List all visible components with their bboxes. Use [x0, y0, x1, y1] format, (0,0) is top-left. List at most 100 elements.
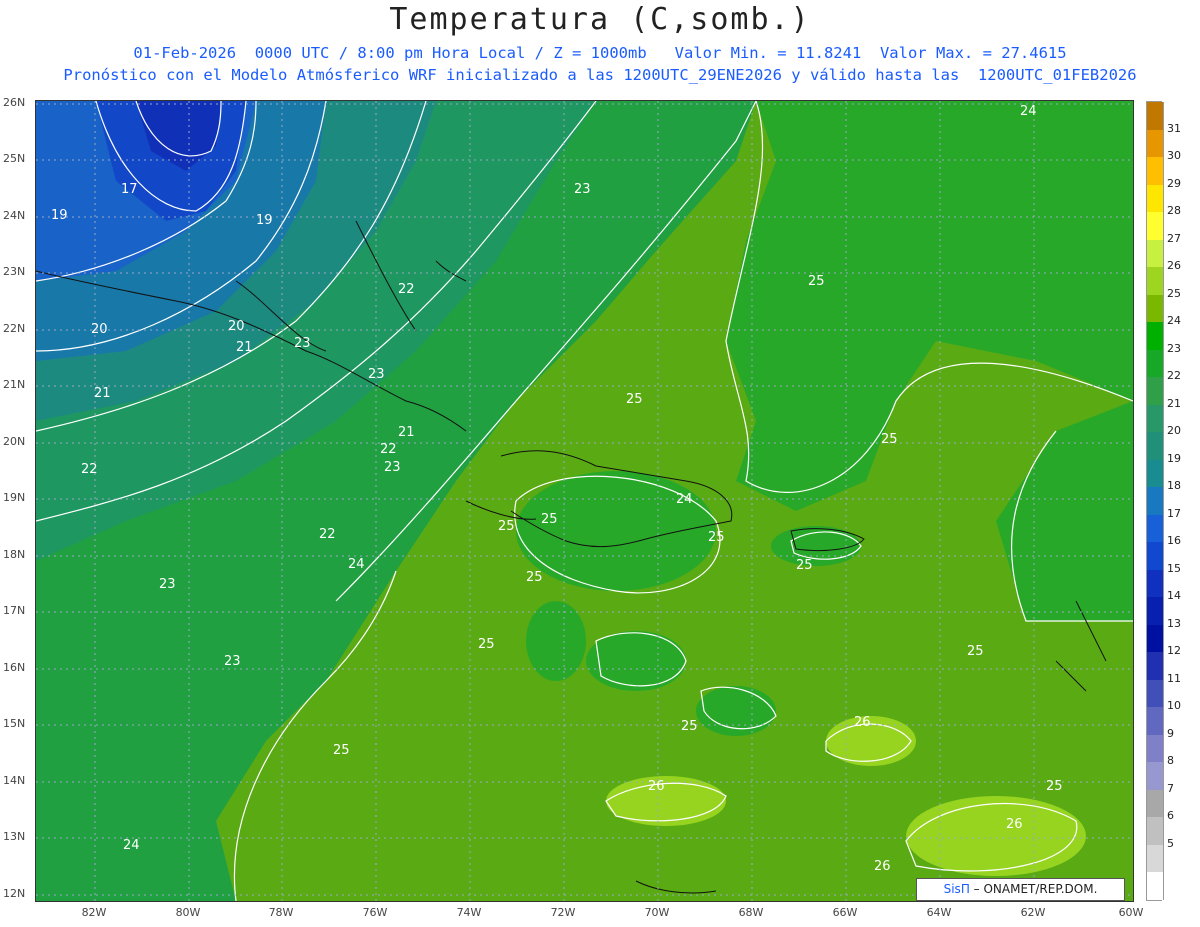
- colorbar-label: 11: [1167, 671, 1181, 685]
- colorbar-swatch: [1146, 129, 1164, 158]
- colorbar-label: 8: [1167, 754, 1174, 768]
- colorbar-swatch: [1146, 624, 1164, 653]
- colorbar-swatch: [1146, 267, 1164, 295]
- temperature-map: 17 19 19 20 20 21 21 21 22 22 22 22 23 2…: [35, 100, 1134, 902]
- contour-label: 25: [967, 644, 984, 659]
- x-tick-label: 66W: [832, 906, 858, 919]
- y-tick-label: 25N: [3, 152, 26, 165]
- y-tick-label: 22N: [3, 322, 26, 335]
- colorbar-label: 31: [1167, 121, 1181, 135]
- colorbar-label: 12: [1167, 644, 1181, 658]
- patch-26-c: [906, 796, 1086, 876]
- colorbar-label: 5: [1167, 836, 1174, 850]
- colorbar-label: 29: [1167, 176, 1181, 190]
- contour-label: 23: [574, 182, 591, 197]
- y-tick-label: 17N: [3, 604, 26, 617]
- y-tick-label: 20N: [3, 435, 26, 448]
- colorbar-swatch: [1146, 734, 1164, 763]
- colorbar-label: 24: [1167, 314, 1181, 328]
- x-tick-label: 78W: [268, 906, 294, 919]
- contour-label: 25: [808, 274, 825, 289]
- colorbar-swatch: [1146, 542, 1164, 570]
- contour-label: 24: [1020, 104, 1037, 119]
- colorbar-label: 28: [1167, 204, 1181, 218]
- contour-label: 24: [348, 557, 365, 572]
- colorbar-label: 21: [1167, 396, 1181, 410]
- y-tick-label: 12N: [3, 887, 26, 900]
- contour-label: 25: [881, 432, 898, 447]
- contour-label: 25: [626, 392, 643, 407]
- colorbar-swatch: [1146, 707, 1164, 735]
- colorbar-swatch: [1146, 459, 1164, 488]
- colorbar-swatch: [1146, 184, 1164, 213]
- credit-brand: SisΠ: [943, 882, 970, 896]
- x-tick-label: 62W: [1020, 906, 1046, 919]
- contour-label: 24: [123, 838, 140, 853]
- y-tick-label: 21N: [3, 378, 26, 391]
- colorbar-swatch: [1146, 212, 1164, 240]
- contour-label: 26: [874, 859, 891, 874]
- contour-label: 23: [368, 367, 385, 382]
- contour-label: 17: [121, 182, 138, 197]
- colorbar-swatch: [1146, 404, 1164, 433]
- contour-label: 19: [256, 213, 273, 228]
- contour-label: 26: [648, 779, 665, 794]
- contour-label: 24: [676, 492, 693, 507]
- colorbar-swatch: [1146, 487, 1164, 515]
- map-canvas: 17 19 19 20 20 21 21 21 22 22 22 22 23 2…: [36, 101, 1133, 901]
- colorbar-label: 16: [1167, 534, 1181, 548]
- x-tick-label: 68W: [738, 906, 764, 919]
- contour-label: 25: [541, 512, 558, 527]
- x-tick-label: 72W: [550, 906, 576, 919]
- colorbar-label: 10: [1167, 699, 1181, 713]
- colorbar-swatch: [1146, 872, 1164, 900]
- colorbar-swatch: [1146, 432, 1164, 460]
- contour-label: 20: [91, 322, 108, 337]
- contour-label: 21: [236, 340, 253, 355]
- colorbar: [1146, 101, 1164, 901]
- y-tick-label: 23N: [3, 265, 26, 278]
- colorbar-swatch: [1146, 597, 1164, 625]
- patch-24-c: [586, 631, 686, 691]
- colorbar-swatch: [1146, 817, 1164, 845]
- contour-label: 25: [681, 719, 698, 734]
- contour-label: 26: [854, 715, 871, 730]
- colorbar-label: 22: [1167, 369, 1181, 383]
- contour-label: 26: [1006, 817, 1023, 832]
- contour-label: 23: [224, 654, 241, 669]
- patch-hispaniola: [516, 471, 716, 591]
- colorbar-swatch: [1146, 762, 1164, 790]
- y-tick-label: 19N: [3, 491, 26, 504]
- colorbar-swatch: [1146, 844, 1164, 873]
- colorbar-swatch: [1146, 157, 1164, 185]
- contour-label: 25: [333, 743, 350, 758]
- x-tick-label: 74W: [456, 906, 482, 919]
- colorbar-swatch: [1146, 679, 1164, 708]
- contour-label: 22: [398, 282, 415, 297]
- colorbar-label: 15: [1167, 561, 1181, 575]
- contour-label: 23: [294, 336, 311, 351]
- colorbar-swatch: [1146, 102, 1164, 130]
- y-tick-label: 24N: [3, 209, 26, 222]
- colorbar-swatch: [1146, 652, 1164, 680]
- y-tick-label: 15N: [3, 717, 26, 730]
- colorbar-swatch: [1146, 349, 1164, 378]
- colorbar-label: 19: [1167, 451, 1181, 465]
- colorbar-label: 18: [1167, 479, 1181, 493]
- y-tick-label: 18N: [3, 548, 26, 561]
- contour-label: 22: [319, 527, 336, 542]
- colorbar-label: 30: [1167, 149, 1181, 163]
- colorbar-label: 20: [1167, 424, 1181, 438]
- colorbar-swatch: [1146, 377, 1164, 405]
- colorbar-swatch: [1146, 294, 1164, 323]
- x-tick-label: 76W: [362, 906, 388, 919]
- colorbar-label: 17: [1167, 506, 1181, 520]
- map-title: Temperatura (C,somb.): [389, 2, 811, 37]
- x-tick-label: 82W: [81, 906, 107, 919]
- contour-label: 23: [159, 577, 176, 592]
- y-tick-label: 14N: [3, 774, 26, 787]
- colorbar-swatch: [1146, 239, 1164, 268]
- contour-label: 22: [380, 442, 397, 457]
- y-tick-label: 13N: [3, 830, 26, 843]
- subtitle-validity: 01-Feb-2026 0000 UTC / 8:00 pm Hora Loca…: [133, 44, 1067, 62]
